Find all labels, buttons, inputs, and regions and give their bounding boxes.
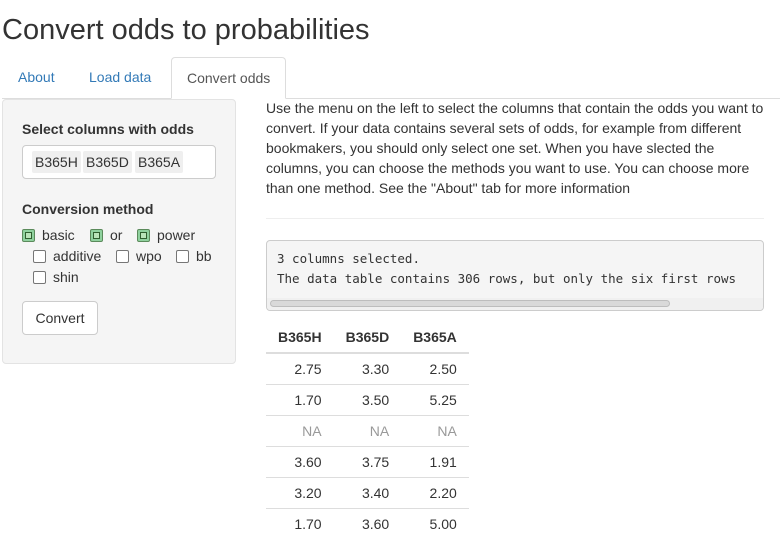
checkbox-icon[interactable]	[90, 229, 103, 242]
checkbox-icon[interactable]	[22, 229, 35, 242]
table-cell: 2.20	[401, 477, 469, 509]
table-cell: 3.60	[266, 446, 334, 478]
table-cell: NA	[333, 415, 402, 447]
convert-button[interactable]: Convert	[22, 301, 98, 335]
method-label: bb	[196, 248, 212, 264]
table-cell: 2.75	[266, 352, 334, 385]
tab-bar: About Load data Convert odds	[2, 57, 780, 99]
column-header: B365H	[266, 322, 334, 354]
checkbox-icon[interactable]	[116, 250, 129, 263]
table-cell: 3.75	[333, 446, 402, 478]
table-cell: 1.91	[401, 446, 469, 478]
table-cell: 5.25	[401, 384, 469, 416]
console-output: 3 columns selected. The data table conta…	[266, 240, 764, 311]
tab-convert-odds[interactable]: Convert odds	[171, 57, 287, 99]
table-cell: 3.30	[333, 352, 402, 385]
table-row: 3.20 3.40 2.20	[266, 477, 469, 509]
page-title: Convert odds to probabilities	[2, 14, 370, 46]
columns-multiselect[interactable]: B365H B365D B365A	[22, 145, 216, 179]
method-label: power	[157, 227, 196, 243]
selected-column-chip[interactable]: B365A	[135, 151, 184, 173]
console-line: 3 columns selected.	[277, 251, 420, 266]
method-label: basic	[42, 227, 75, 243]
table-row: 3.60 3.75 1.91	[266, 446, 469, 478]
table-cell: NA	[401, 415, 469, 447]
method-label: wpo	[136, 248, 162, 264]
tab-about[interactable]: About	[3, 57, 70, 97]
method-label: or	[110, 227, 123, 243]
checkbox-icon[interactable]	[33, 250, 46, 263]
checkbox-icon[interactable]	[33, 271, 46, 284]
scrollbar-thumb[interactable]	[270, 300, 670, 307]
divider	[266, 218, 764, 219]
sidebar-panel: Select columns with odds B365H B365D B36…	[2, 99, 236, 364]
table-cell: 2.50	[401, 352, 469, 385]
instructions-text: Use the menu on the left to select the c…	[266, 100, 764, 196]
table-row: 1.70 3.50 5.25	[266, 384, 469, 416]
table-cell: 1.70	[266, 508, 334, 539]
console-line: The data table contains 306 rows, but on…	[277, 271, 737, 286]
table-cell: 3.60	[333, 508, 402, 539]
table-row: 1.70 3.60 5.00	[266, 508, 469, 539]
selected-column-chip[interactable]: B365H	[32, 151, 81, 173]
table-row: 2.75 3.30 2.50	[266, 352, 469, 385]
table-header-row: B365H B365D B365A	[266, 322, 469, 354]
table-cell: 3.40	[333, 477, 402, 509]
table-cell: 3.20	[266, 477, 334, 509]
horizontal-scrollbar[interactable]	[267, 298, 763, 310]
selected-column-chip[interactable]: B365D	[83, 151, 132, 173]
columns-label: Select columns with odds	[22, 121, 194, 137]
table-cell: 5.00	[401, 508, 469, 539]
table-cell: 3.50	[333, 384, 402, 416]
method-label: shin	[53, 269, 79, 285]
table-cell: 1.70	[266, 384, 334, 416]
conversion-method-label: Conversion method	[22, 201, 154, 217]
checkbox-icon[interactable]	[137, 229, 150, 242]
column-header: B365D	[333, 322, 402, 354]
column-header: B365A	[401, 322, 469, 354]
table-row: NA NA NA	[266, 415, 469, 447]
method-label: additive	[53, 248, 102, 264]
tab-load-data[interactable]: Load data	[74, 57, 166, 97]
table-cell: NA	[266, 415, 334, 447]
odds-table: B365H B365D B365A 2.75 3.30 2.50 1.70 3.…	[266, 322, 469, 539]
checkbox-icon[interactable]	[176, 250, 189, 263]
